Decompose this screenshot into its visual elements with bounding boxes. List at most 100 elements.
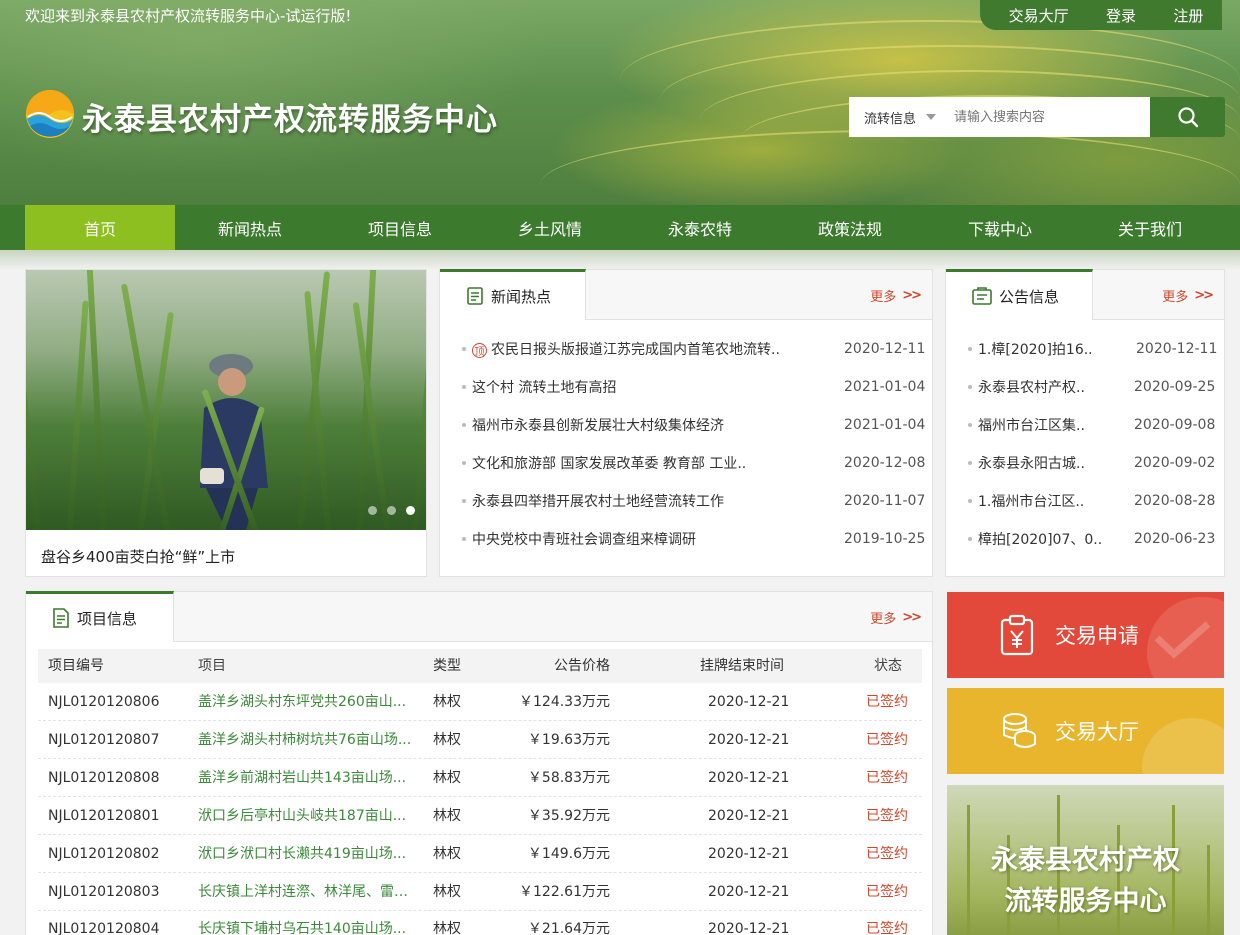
projects-panel: 项目信息 更多 >> 项目编号 项目 类型 公告价格 挂牌结束时间 状态 NJL0…	[25, 591, 933, 935]
cell-type: 林权	[433, 694, 461, 710]
notice-item-title: 永泰县农村产权..	[978, 380, 1085, 396]
trade-application-label: 交易申请	[1055, 624, 1139, 648]
nav-item-projects[interactable]: 项目信息	[325, 205, 475, 250]
grass-blade	[86, 270, 107, 530]
bullet-icon	[968, 499, 972, 503]
news-item[interactable]: 这个村 流转土地有高招 2021-01-04	[440, 368, 932, 406]
cell-code: NJL0120120807	[48, 732, 160, 748]
news-item-date: 2021-01-04	[844, 417, 926, 433]
cell-project-link[interactable]: 洑口乡洑口村长濑共419亩山场...	[198, 835, 413, 873]
notice-more-label: 更多	[1162, 290, 1189, 305]
news-icon	[467, 287, 483, 305]
nav-item-policies[interactable]: 政策法规	[775, 205, 925, 250]
notice-more-link[interactable]: 更多 >>	[1162, 286, 1214, 305]
cell-code: NJL0120120802	[48, 846, 160, 862]
site-title: 永泰县农村产权流转服务中心	[82, 102, 498, 138]
double-chevron-right-icon: >>	[1194, 288, 1214, 303]
top-link-login[interactable]: 登录	[1106, 5, 1136, 26]
cell-code: NJL0120120804	[48, 921, 160, 935]
trade-application-button[interactable]: 交易申请	[947, 592, 1224, 678]
carousel-dot-active[interactable]	[406, 506, 415, 515]
cell-price: ￥35.92万元	[527, 808, 610, 824]
carousel-caption[interactable]: 盘谷乡400亩茭白抢“鲜”上市	[41, 546, 235, 567]
notice-item-title: 1.福州市台江区..	[978, 494, 1085, 510]
clipboard-yen-icon	[1000, 614, 1034, 656]
table-row[interactable]: NJL0120120806 盖洋乡湖头村东坪党共260亩山... 林权 ￥124…	[38, 683, 922, 721]
double-chevron-right-icon: >>	[902, 610, 922, 625]
nav-item-home[interactable]: 首页	[25, 205, 175, 250]
nav-item-news[interactable]: 新闻热点	[175, 205, 325, 250]
carousel-dot[interactable]	[368, 506, 377, 515]
search-bar: 流转信息	[849, 97, 1225, 137]
news-panel-title: 新闻热点	[491, 287, 552, 306]
news-item[interactable]: 顶农民日报头版报道江苏完成国内首笔农地流转.. 2020-12-11	[440, 330, 932, 368]
notice-item[interactable]: 福州市台江区集.. 2020-09-08	[946, 406, 1224, 444]
nav-item-about[interactable]: 关于我们	[1075, 205, 1225, 250]
promo-line-2: 流转服务中心	[1004, 886, 1167, 917]
search-icon	[1177, 107, 1198, 128]
notice-item-date: 2020-09-08	[1134, 417, 1216, 433]
top-link-trading-hall[interactable]: 交易大厅	[1009, 5, 1069, 26]
bullet-icon	[968, 537, 972, 541]
news-item[interactable]: 中央党校中青班社会调查组来樟调研 2019-10-25	[440, 520, 932, 558]
carousel-dot[interactable]	[387, 506, 396, 515]
notice-panel-header: 公告信息 更多 >>	[946, 269, 1224, 320]
projects-panel-title: 项目信息	[77, 609, 138, 628]
news-item-date: 2020-12-08	[844, 455, 926, 471]
news-item[interactable]: 福州市永泰县创新发展壮大村级集体经济 2021-01-04	[440, 406, 932, 444]
cell-project-link[interactable]: 长庆镇下埔村乌石共140亩山场...	[198, 910, 413, 935]
bullet-icon	[968, 423, 972, 427]
projects-panel-header: 项目信息 更多 >>	[26, 591, 932, 642]
bullet-icon	[462, 347, 466, 351]
search-input[interactable]	[949, 97, 1150, 137]
cell-end-time: 2020-12-21	[708, 921, 790, 935]
bullet-icon	[462, 537, 466, 541]
tab-notice[interactable]: 公告信息	[946, 269, 1093, 320]
table-row[interactable]: NJL0120120804 长庆镇下埔村乌石共140亩山场... 林权 ￥21.…	[38, 910, 922, 935]
notice-item[interactable]: 永泰县农村产权.. 2020-09-25	[946, 368, 1224, 406]
cell-project-link[interactable]: 盖洋乡前湖村岩山共143亩山场...	[198, 759, 413, 797]
cell-project-link[interactable]: 盖洋乡湖头村柿树坑共76亩山场...	[198, 721, 413, 759]
site-logo-icon[interactable]	[25, 89, 75, 139]
grass-blade	[26, 271, 42, 530]
trading-hall-button[interactable]: 交易大厅	[947, 688, 1224, 774]
top-link-register[interactable]: 注册	[1173, 5, 1203, 26]
promo-text: 永泰县农村产权 流转服务中心	[947, 840, 1224, 922]
carousel-image[interactable]	[26, 270, 426, 530]
news-more-link[interactable]: 更多 >>	[870, 286, 922, 305]
search-button[interactable]	[1150, 97, 1225, 137]
table-row[interactable]: NJL0120120808 盖洋乡前湖村岩山共143亩山场... 林权 ￥58.…	[38, 759, 922, 797]
cell-project-link[interactable]: 盖洋乡湖头村东坪党共260亩山...	[198, 683, 413, 721]
cell-end-time: 2020-12-21	[708, 808, 790, 824]
cell-end-time: 2020-12-21	[708, 884, 790, 900]
table-row[interactable]: NJL0120120801 洑口乡后亭村山头岐共187亩山... 林权 ￥35.…	[38, 797, 922, 835]
tab-news[interactable]: 新闻热点	[440, 269, 586, 320]
notice-item-date: 2020-09-02	[1134, 455, 1216, 471]
cell-project-link[interactable]: 长庆镇上洋村连漈、林洋尾、雷打...	[198, 873, 413, 911]
table-row[interactable]: NJL0120120803 长庆镇上洋村连漈、林洋尾、雷打... 林权 ￥122…	[38, 873, 922, 911]
notice-panel: 公告信息 更多 >> 1.樟[2020]拍16.. 2020-12-11 永泰县农…	[945, 269, 1225, 577]
grass-blade	[66, 300, 89, 530]
news-item-date: 2019-10-25	[844, 531, 926, 547]
nav-item-specialties[interactable]: 永泰农特	[625, 205, 775, 250]
notice-item[interactable]: 永泰县永阳古城.. 2020-09-02	[946, 444, 1224, 482]
nav-item-local-customs[interactable]: 乡土风情	[475, 205, 625, 250]
notice-item[interactable]: 1.樟[2020]拍16.. 2020-12-11	[946, 330, 1224, 368]
tab-projects[interactable]: 项目信息	[26, 591, 174, 642]
promo-banner[interactable]: 永泰县农村产权 流转服务中心	[947, 785, 1224, 935]
projects-more-link[interactable]: 更多 >>	[870, 608, 922, 627]
news-panel: 新闻热点 更多 >> 顶农民日报头版报道江苏完成国内首笔农地流转.. 2020-1…	[439, 269, 933, 577]
news-item[interactable]: 永泰县四举措开展农村土地经营流转工作 2020-11-07	[440, 482, 932, 520]
nav-item-downloads[interactable]: 下载中心	[925, 205, 1075, 250]
projects-more-label: 更多	[870, 612, 897, 627]
search-category-value: 流转信息	[864, 111, 917, 127]
table-row[interactable]: NJL0120120807 盖洋乡湖头村柿树坑共76亩山场... 林权 ￥19.…	[38, 721, 922, 759]
notice-item[interactable]: 樟拍[2020]07、0.. 2020-06-23	[946, 520, 1224, 558]
table-row[interactable]: NJL0120120802 洑口乡洑口村长濑共419亩山场... 林权 ￥149…	[38, 835, 922, 873]
news-item[interactable]: 文化和旅游部 国家发展改革委 教育部 工业.. 2020-12-08	[440, 444, 932, 482]
cell-project-link[interactable]: 洑口乡后亭村山头岐共187亩山...	[198, 797, 413, 835]
carousel-dots	[368, 506, 415, 515]
notice-item[interactable]: 1.福州市台江区.. 2020-08-28	[946, 482, 1224, 520]
search-category-select[interactable]: 流转信息	[849, 97, 949, 137]
checkmark-watermark-icon	[1154, 621, 1211, 659]
